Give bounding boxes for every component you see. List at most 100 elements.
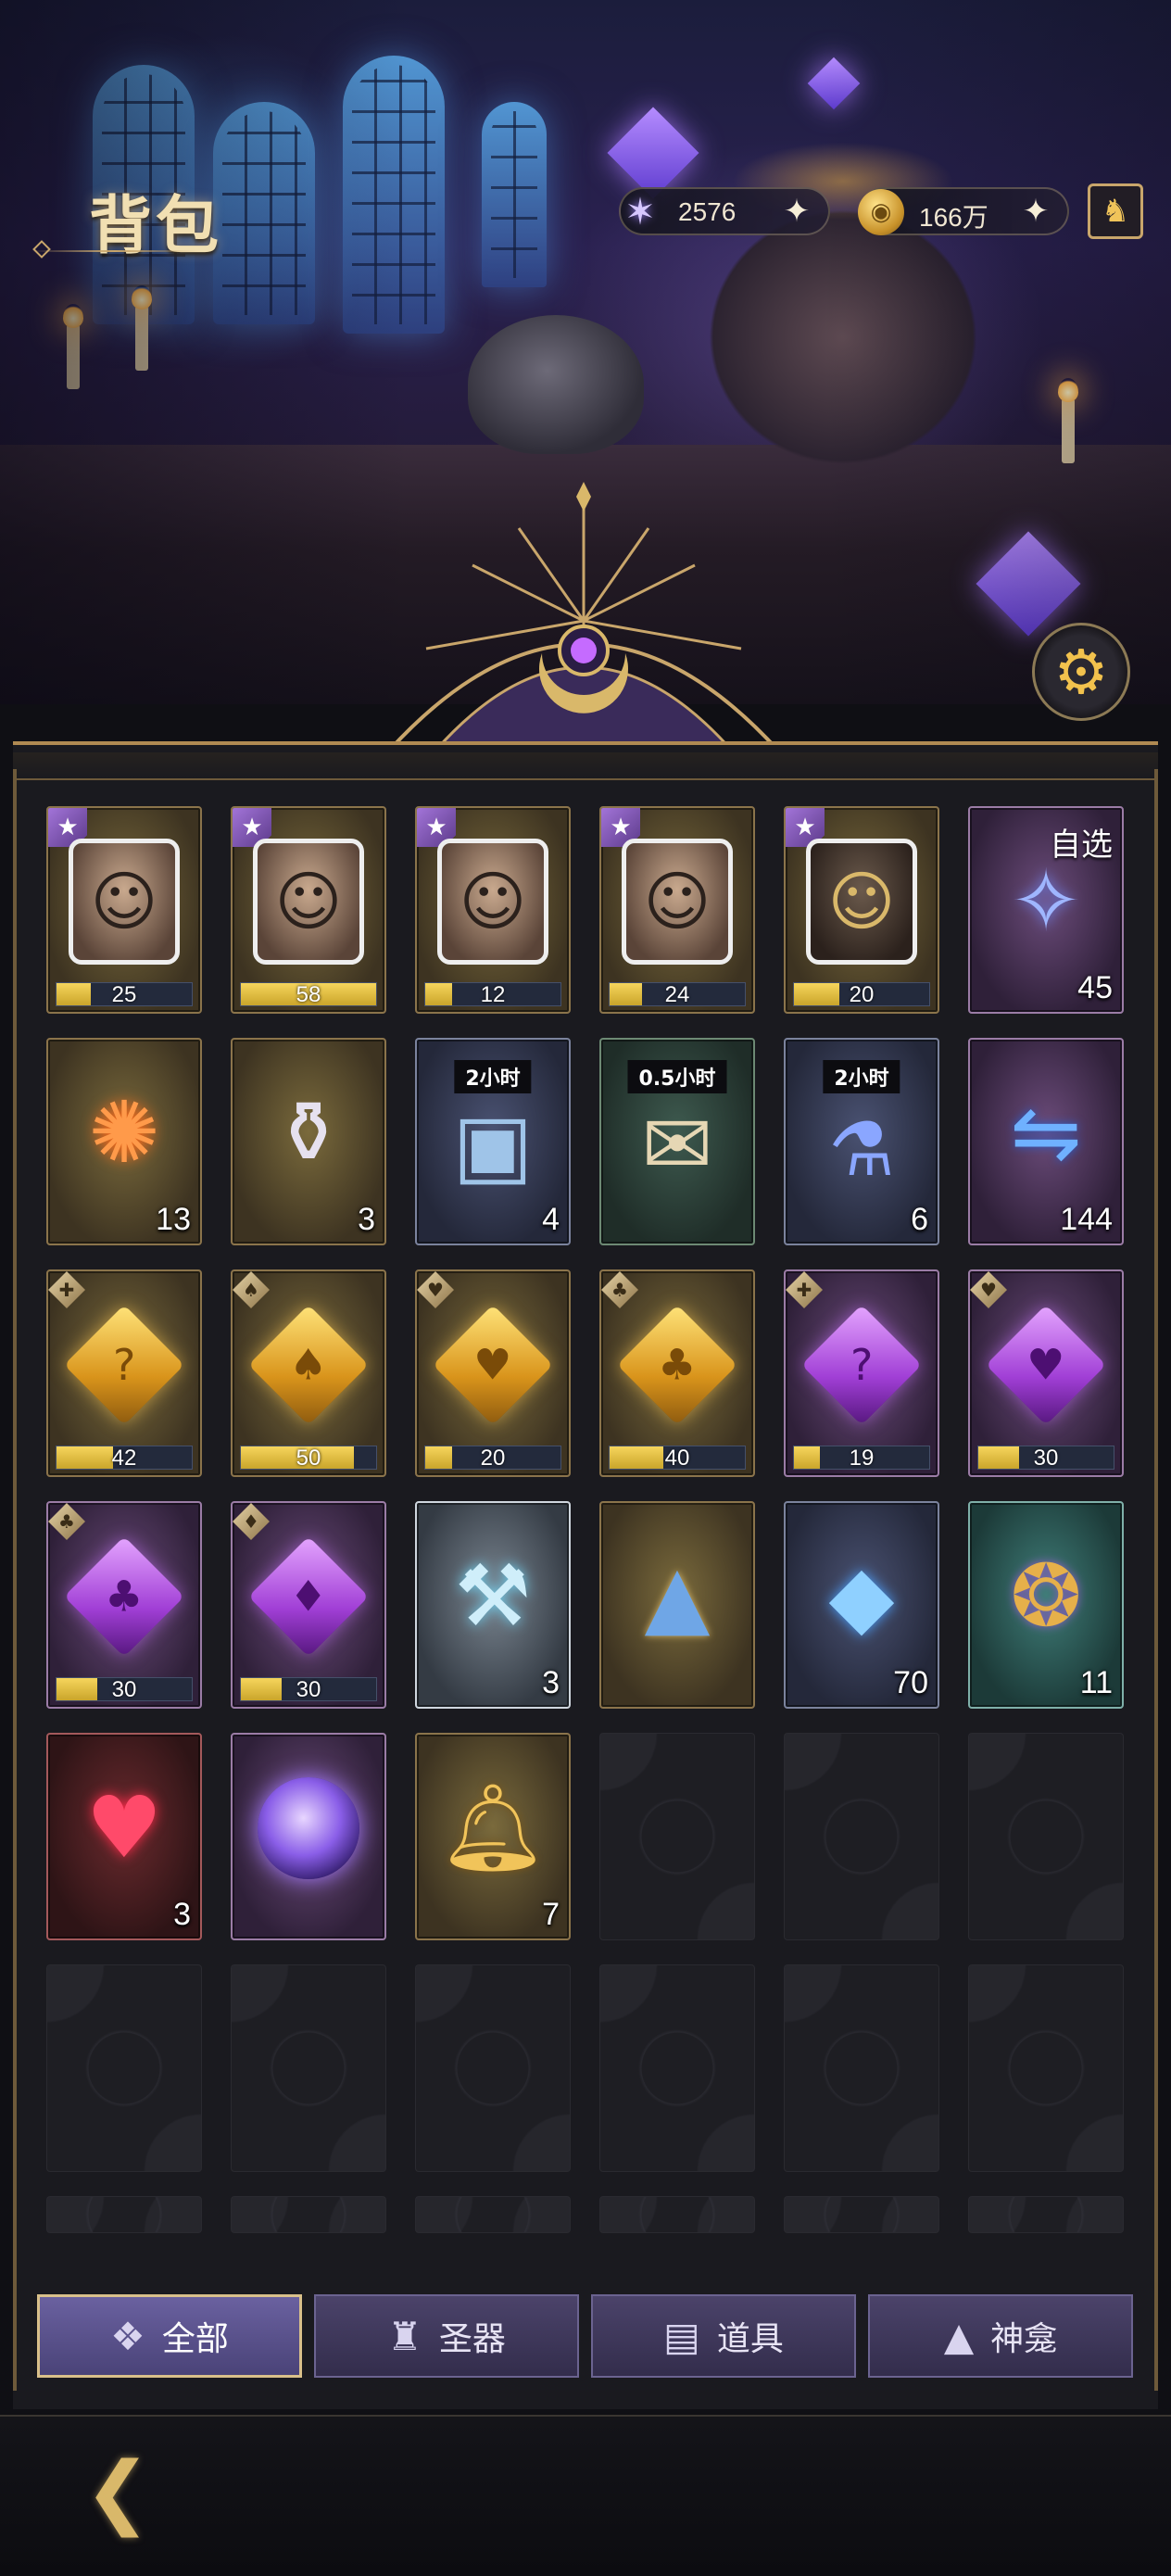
progress-value: 20: [480, 1446, 506, 1471]
inventory-slot[interactable]: ♥ ♥ 30: [968, 1269, 1124, 1477]
progress-bar: 19: [793, 1446, 930, 1471]
inventory-slot[interactable]: ★ ☺ 12: [415, 806, 571, 1014]
add-gold-button[interactable]: ✦: [1017, 193, 1054, 230]
item-count: 3: [358, 1202, 375, 1237]
title-underline: [31, 250, 198, 252]
shrine-icon: ▲: [943, 2313, 975, 2359]
suit-badge: ✚: [786, 1271, 823, 1308]
inventory-slot[interactable]: ✺ 13: [46, 1038, 202, 1245]
triangle-rune-icon: ▲: [644, 1547, 711, 1647]
inventory-slot[interactable]: 🔔︎ 7: [415, 1733, 571, 1940]
progress-value: 19: [849, 1446, 875, 1471]
empty-slot[interactable]: [46, 2196, 202, 2233]
inventory-slot[interactable]: ★ ☺ 24: [599, 806, 755, 1014]
inventory-slot[interactable]: ◆ 70: [784, 1501, 939, 1709]
gold-crystal-icon: ♥: [432, 1305, 554, 1426]
purple-crystal-icon: ♥: [985, 1305, 1107, 1426]
blue-gem-icon: ◆: [828, 1547, 895, 1647]
progress-value: 40: [664, 1446, 690, 1471]
hero-puzzle-icon: ☺: [806, 839, 917, 966]
empty-slot[interactable]: [599, 1733, 755, 1940]
progress-bar: 12: [424, 982, 561, 1007]
ruby-pendant-icon: ♥: [85, 1778, 163, 1878]
inventory-slot[interactable]: ✚ ? 19: [784, 1269, 939, 1477]
tab-relic[interactable]: ♜ 圣器: [314, 2294, 579, 2378]
inventory-slot[interactable]: ❂ 11: [968, 1501, 1124, 1709]
tab-all[interactable]: ❖ 全部: [37, 2294, 302, 2378]
gold-crystal-icon: ♠: [247, 1305, 370, 1426]
category-tabs: ❖ 全部 ♜ 圣器 ▤ 道具 ▲ 神龛: [37, 2294, 1134, 2378]
potion-shop-button[interactable]: ♞: [1088, 183, 1143, 239]
hammer-orb-icon: ⚒: [454, 1547, 532, 1647]
purple-crystal-icon: ♦: [247, 1536, 370, 1658]
item-count: 7: [542, 1897, 560, 1932]
inventory-slot[interactable]: ★ ☺ 20: [784, 806, 939, 1014]
inventory-slot[interactable]: ⚒ 3: [415, 1501, 571, 1709]
inventory-slot[interactable]: [231, 1733, 386, 1940]
progress-bar: 58: [240, 982, 377, 1007]
settings-button[interactable]: ⚙: [1032, 623, 1130, 721]
inventory-slot[interactable]: ✚ ? 42: [46, 1269, 202, 1477]
inventory-slot[interactable]: ♣ ♣ 30: [46, 1501, 202, 1709]
star-crystal-icon: ✶: [624, 191, 656, 234]
back-arrow-icon: ❮: [83, 2445, 152, 2538]
empty-slot[interactable]: [231, 2196, 386, 2233]
empty-slot[interactable]: [415, 2196, 571, 2233]
inventory-slot[interactable]: 自选 ✧ 45: [968, 806, 1124, 1014]
inventory-slot[interactable]: ▲: [599, 1501, 755, 1709]
magic-orb-icon: [258, 1777, 359, 1880]
fireworks-icon: ✺: [88, 1083, 160, 1183]
empty-slot[interactable]: [784, 2196, 939, 2233]
suit-badge: ♦: [233, 1503, 270, 1540]
gold-crystal-icon: ?: [63, 1305, 185, 1426]
ornate-amulet-icon: ❂: [1010, 1547, 1082, 1647]
moon-ornament: [387, 482, 780, 752]
inventory-slot[interactable]: 2小时 ⚗ 6: [784, 1038, 939, 1245]
star-currency: ✶ 2576 ✦: [619, 187, 830, 235]
empty-slot[interactable]: [968, 1964, 1124, 2172]
empty-slot[interactable]: [415, 1964, 571, 2172]
hero-puzzle-icon: ☺: [437, 839, 548, 966]
progress-value: 24: [664, 982, 690, 1007]
item-count: 4: [542, 1202, 560, 1237]
tab-shrine[interactable]: ▲ 神龛: [868, 2294, 1133, 2378]
progress-value: 58: [296, 982, 321, 1007]
inventory-slot[interactable]: ♥ ♥ 20: [415, 1269, 571, 1477]
duration-tag: 2小时: [823, 1060, 900, 1093]
empty-slot[interactable]: [968, 1733, 1124, 1940]
inventory-slot[interactable]: 0.5小时 ✉: [599, 1038, 755, 1245]
empty-slot[interactable]: [231, 1964, 386, 2172]
inventory-slot[interactable]: ★ ☺ 58: [231, 806, 386, 1014]
suit-badge: ✚: [48, 1271, 85, 1308]
inventory-slot[interactable]: ⇋ 144: [968, 1038, 1124, 1245]
tab-items[interactable]: ▤ 道具: [591, 2294, 856, 2378]
inventory-slot[interactable]: ♦ ♦ 30: [231, 1501, 386, 1709]
star-currency-value: 2576: [678, 197, 737, 226]
progress-bar: 30: [240, 1677, 377, 1702]
empty-slot[interactable]: [46, 1964, 202, 2172]
page-title: 背包: [89, 189, 223, 263]
inventory-slot[interactable]: ★ ☺ 25: [46, 806, 202, 1014]
inventory-slot[interactable]: ♥ 3: [46, 1733, 202, 1940]
inventory-slot[interactable]: ⚱ 3: [231, 1038, 386, 1245]
item-count: 6: [911, 1202, 928, 1237]
progress-bar: 20: [793, 982, 930, 1007]
inventory-grid: ★ ☺ 25 ★ ☺ 58 ★ ☺ 12 ★ ☺ 24 ★ ☺ 20 自选 ✧ …: [46, 806, 1125, 2233]
inventory-slot[interactable]: 2小时 ▣ 4: [415, 1038, 571, 1245]
empty-slot[interactable]: [599, 2196, 755, 2233]
tab-label: 圣器: [438, 2320, 506, 2358]
empty-slot[interactable]: [599, 1964, 755, 2172]
empty-slot[interactable]: [784, 1733, 939, 1940]
empty-slot[interactable]: [968, 2196, 1124, 2233]
empty-slot[interactable]: [784, 1964, 939, 2172]
inventory-slot[interactable]: ♣ ♣ 40: [599, 1269, 755, 1477]
suit-badge: ♣: [601, 1271, 638, 1308]
back-button[interactable]: ❮: [57, 2441, 178, 2543]
add-star-button[interactable]: ✦: [778, 193, 815, 230]
relic-icon: ♜: [387, 2313, 422, 2359]
purple-crystal-icon: ?: [800, 1305, 923, 1426]
progress-bar: 20: [424, 1446, 561, 1471]
gear-icon: ⚙: [1053, 636, 1109, 708]
progress-value: 30: [111, 1677, 137, 1702]
inventory-slot[interactable]: ♠ ♠ 50: [231, 1269, 386, 1477]
